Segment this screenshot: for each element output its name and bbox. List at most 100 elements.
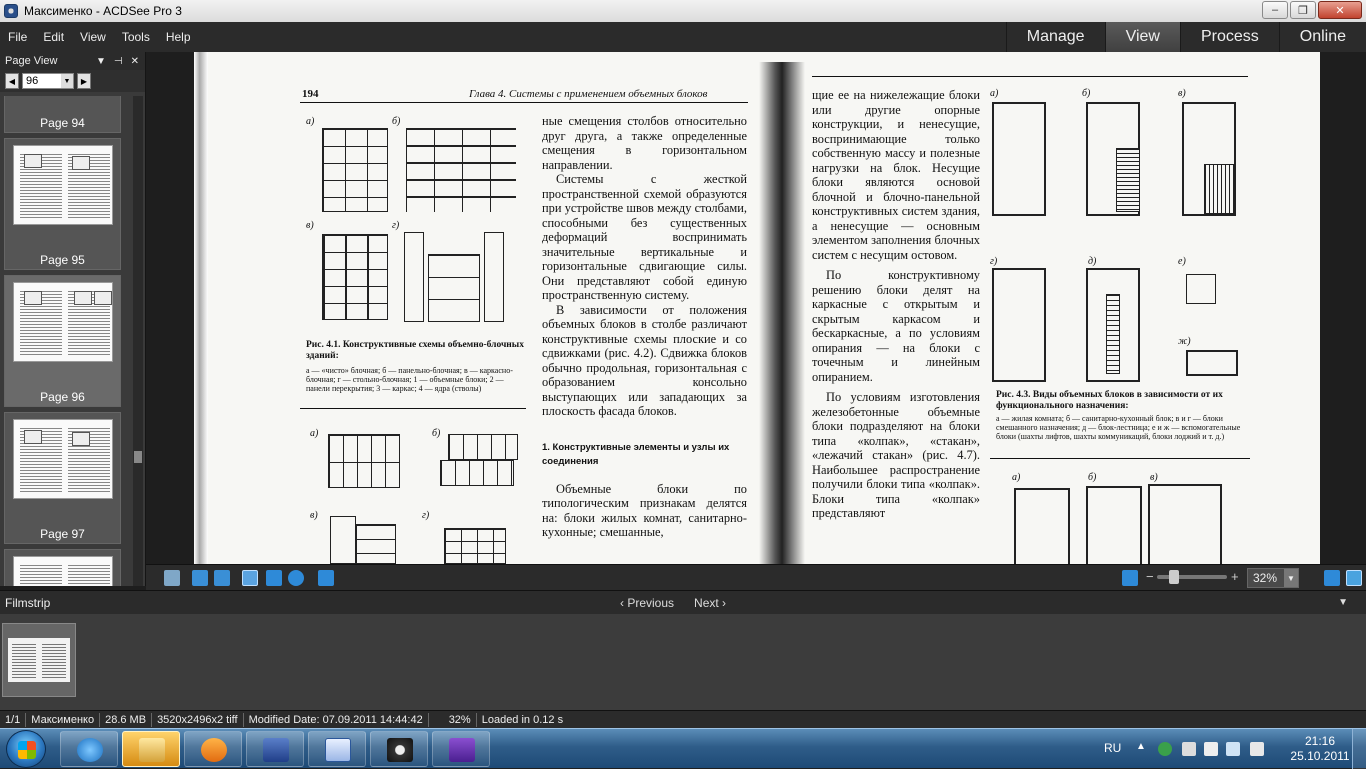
scanned-page: 194 Глава 4. Системы с применением объем…: [194, 52, 1320, 564]
page-preview: [13, 145, 113, 225]
taskbar-editor[interactable]: [432, 731, 490, 767]
mode-view[interactable]: View: [1104, 22, 1180, 52]
menu-edit[interactable]: Edit: [35, 30, 72, 44]
panel-menu-icon[interactable]: ▼: [96, 56, 106, 67]
mode-tabs: Manage View Process Online: [1005, 22, 1366, 52]
figure-4-3-caption-title: Рис. 4.3. Виды объемных блоков в зависим…: [996, 390, 1223, 411]
zoom-slider-knob[interactable]: [1169, 570, 1179, 584]
page-thumbnail[interactable]: Page 97: [4, 412, 121, 544]
mode-online[interactable]: Online: [1278, 22, 1366, 52]
fit-image-icon[interactable]: [1122, 570, 1138, 586]
clock[interactable]: 21:16 25.10.2011: [1290, 734, 1350, 764]
filmstrip-next[interactable]: Next ›: [694, 596, 726, 610]
page-thumbnail[interactable]: Page 96: [4, 275, 121, 407]
zoom-out-button[interactable]: −: [1146, 569, 1154, 584]
floppy-disk-icon: [263, 738, 289, 762]
figure-label: б): [432, 428, 441, 439]
status-filesize: 28.6 MB: [100, 712, 153, 727]
menu-help[interactable]: Help: [158, 30, 199, 44]
chevron-right-icon: ›: [718, 596, 727, 610]
app-icon[interactable]: [4, 4, 18, 18]
panel-close-icon[interactable]: ✕: [131, 56, 139, 67]
menu-view[interactable]: View: [72, 30, 114, 44]
filmstrip-thumbnail[interactable]: [2, 623, 76, 697]
figure-label: в): [1178, 88, 1186, 99]
page-thumbnail[interactable]: [4, 549, 121, 586]
auto-zoom-icon[interactable]: [318, 570, 334, 586]
prev-page-button[interactable]: ◀: [5, 73, 19, 89]
page-thumbnail-label: Page 97: [40, 527, 85, 541]
figure-label: а): [306, 116, 315, 127]
antivirus-icon[interactable]: [1158, 742, 1172, 756]
selection-tool-icon[interactable]: [266, 570, 282, 586]
figure-4-4: а) б) в): [998, 472, 1254, 564]
page-view-panel: Page View ▼ ⊣ ✕ ◀ 96 ▼ ▶ Page 94 Page 95: [0, 52, 146, 586]
minimize-button[interactable]: –: [1262, 1, 1288, 19]
thumbnail-scrollbar[interactable]: [133, 96, 143, 586]
zoom-in-button[interactable]: +: [1231, 569, 1239, 584]
taskbar-acdsee[interactable]: [370, 731, 428, 767]
figure-label: г): [422, 510, 430, 521]
taskbar-internet-explorer[interactable]: [60, 731, 118, 767]
panel-pin-icon[interactable]: ⊣: [114, 56, 123, 67]
start-button[interactable]: [6, 730, 46, 768]
chevron-down-icon[interactable]: ▼: [61, 74, 73, 88]
mode-process[interactable]: Process: [1179, 22, 1279, 52]
page-thumbnail[interactable]: Page 94: [4, 96, 121, 133]
figure-label: г): [392, 220, 400, 231]
filmstrip: [0, 614, 1366, 710]
zoom-tool-icon[interactable]: [288, 570, 304, 586]
figure-4-3: а) б) в) г) д) е) ж): [990, 88, 1256, 388]
actual-size-icon[interactable]: [1324, 570, 1340, 586]
taskbar-media-player[interactable]: [184, 731, 242, 767]
figure-label: б): [1088, 472, 1097, 483]
image-icon[interactable]: [164, 570, 180, 586]
status-filename: Максименко: [26, 712, 101, 727]
figure-label: д): [1088, 256, 1097, 267]
rotate-right-icon[interactable]: [214, 570, 230, 586]
taskbar-word[interactable]: [308, 731, 366, 767]
rotate-left-icon[interactable]: [192, 570, 208, 586]
figure-4-3-caption: а — жилая комната; б — санитарно-кухонны…: [996, 414, 1241, 441]
figure-label: а): [310, 428, 319, 439]
network-icon[interactable]: [1226, 742, 1240, 756]
image-preview: [8, 638, 70, 682]
figure-label: в): [310, 510, 318, 521]
volume-icon[interactable]: [1250, 742, 1264, 756]
show-desktop-button[interactable]: [1352, 729, 1366, 769]
close-button[interactable]: ✕: [1318, 1, 1362, 19]
zoom-slider[interactable]: [1157, 570, 1227, 584]
maximize-button[interactable]: ❐: [1290, 1, 1316, 19]
scrollbar-handle[interactable]: [134, 451, 142, 463]
figure-label: в): [306, 220, 314, 231]
chevron-down-icon[interactable]: ▼: [1284, 569, 1298, 587]
menu-file[interactable]: File: [0, 30, 35, 44]
device-icon[interactable]: [1204, 742, 1218, 756]
filmstrip-previous[interactable]: ‹ Previous: [620, 596, 674, 610]
next-page-button[interactable]: ▶: [77, 73, 91, 89]
zoom-select[interactable]: 32% ▼: [1247, 568, 1299, 588]
internet-explorer-icon: [77, 738, 103, 762]
figure-label: б): [1082, 88, 1091, 99]
hand-tool-icon[interactable]: [242, 570, 258, 586]
image-viewer[interactable]: 194 Глава 4. Системы с применением объем…: [146, 52, 1366, 564]
page-view-header: Page View ▼ ⊣ ✕: [0, 52, 145, 70]
scan-edge-shadow: [194, 52, 208, 564]
taskbar-explorer[interactable]: [122, 731, 180, 767]
mode-manage[interactable]: Manage: [1005, 22, 1105, 52]
status-zoom: 32%: [429, 712, 477, 727]
menu-bar: File Edit View Tools Help Manage View Pr…: [0, 22, 1366, 52]
network-blocked-icon[interactable]: [1182, 742, 1196, 756]
pen-icon: [449, 738, 475, 762]
chevron-up-icon[interactable]: ▲: [1136, 741, 1146, 752]
page-number-select[interactable]: 96 ▼: [22, 73, 74, 89]
left-page-text: ные смещения столбов относительно друг д…: [542, 114, 747, 540]
page-thumbnail[interactable]: Page 95: [4, 138, 121, 270]
chevron-down-icon[interactable]: ▼: [1338, 597, 1348, 608]
windows-logo-icon: [18, 741, 36, 759]
fit-window-icon[interactable]: [1346, 570, 1362, 586]
taskbar-save-app[interactable]: [246, 731, 304, 767]
menu-tools[interactable]: Tools: [114, 30, 158, 44]
language-indicator[interactable]: RU: [1104, 741, 1121, 755]
figure-label: б): [392, 116, 401, 127]
